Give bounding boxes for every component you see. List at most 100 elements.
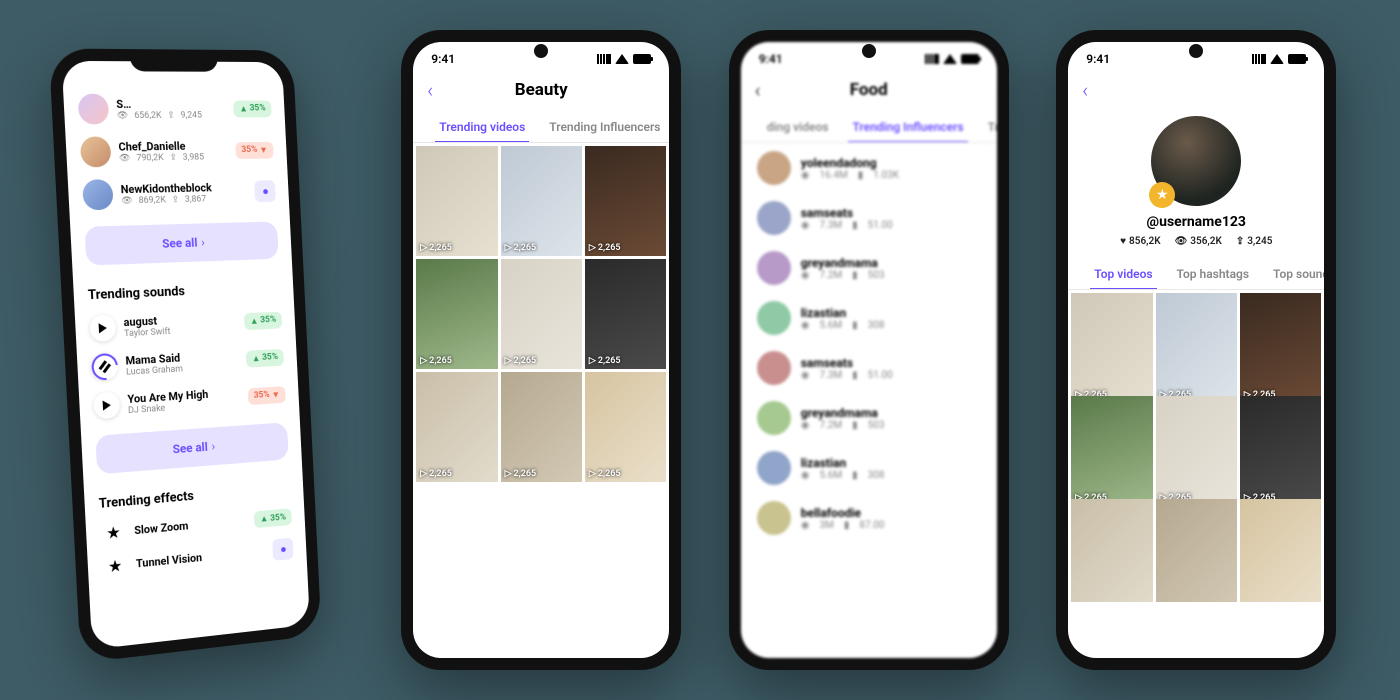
heart-icon: ♥ — [1120, 236, 1126, 247]
video-cell[interactable] — [1071, 499, 1152, 602]
profile-username: @username123 — [1147, 214, 1246, 230]
share-icon: ⇪ — [171, 195, 179, 205]
verified-star-icon: ★ — [1149, 182, 1175, 208]
influencer-row[interactable]: lizastian◉5.6M▮308 — [741, 443, 997, 493]
play-count: ▷ 2,265 — [420, 356, 452, 366]
videos: 51.00 — [868, 370, 893, 381]
see-all-button[interactable]: See all — [84, 221, 278, 265]
influencer-row[interactable]: S… 👁656,2K⇪9,245 ▲35% — [63, 88, 285, 131]
person-icon: ◉ — [801, 520, 810, 531]
battery-icon — [961, 54, 979, 64]
play-count: ▷ 2,265 — [589, 469, 621, 479]
influencer-name: greyandmama — [801, 256, 885, 270]
tab-trending-influencers[interactable]: Trending Influencers — [840, 110, 975, 142]
followers: 5.6M — [819, 320, 842, 331]
trend-badge: ▲35% — [244, 311, 282, 330]
profile-stats: ♥856,2K 👁356,2K ⇪3,245 — [1120, 236, 1272, 247]
play-icon: ▷ — [589, 469, 596, 479]
influencer-row[interactable]: samseats◉7.3M▮51.00 — [741, 343, 997, 393]
influencer-row[interactable]: samseats◉7.3M▮51.00 — [741, 193, 997, 243]
chevron-right-icon — [201, 235, 205, 249]
video-cell[interactable]: ▷ 2,265 — [501, 146, 582, 256]
video-icon: ▮ — [852, 320, 858, 331]
battery-icon — [633, 54, 651, 64]
trend-pct: 35% — [249, 103, 265, 113]
see-all-button[interactable]: See all — [95, 422, 288, 474]
notch — [129, 49, 218, 72]
tab-top-sounds[interactable]: Top sounds — [1261, 257, 1324, 289]
share-icon: ⇪ — [1236, 236, 1244, 247]
share-icon: ⇪ — [167, 110, 175, 120]
video-cell[interactable]: ▷ 2,265 — [585, 146, 666, 256]
eye-icon: 👁 — [119, 153, 131, 163]
back-button[interactable]: ‹ — [755, 78, 761, 102]
person-icon: ◉ — [801, 270, 810, 281]
star-icon: ★ — [101, 555, 128, 577]
video-cell[interactable]: ▷ 2,265 — [501, 372, 582, 482]
video-cell[interactable] — [1156, 499, 1237, 602]
video-icon: ▮ — [852, 470, 858, 481]
video-cell[interactable]: ▷ 2,265 — [1240, 396, 1321, 506]
video-cell[interactable]: ▷ 2,265 — [416, 372, 497, 482]
tab-top-hashtags[interactable]: Top hashtags — [1165, 257, 1261, 289]
play-icon: ▷ — [420, 469, 427, 479]
influencer-row[interactable]: Chef_Danielle 👁790,2K⇪3,985 35%▼ — [65, 129, 287, 174]
back-button[interactable]: ‹ — [1082, 78, 1088, 102]
video-grid[interactable]: ▷ 2,265▷ 2,265▷ 2,265▷ 2,265▷ 2,265▷ 2,2… — [413, 143, 669, 485]
play-icon: ▷ — [589, 243, 596, 253]
tab-top-videos[interactable]: Top videos — [1082, 257, 1164, 289]
effect-title: Tunnel Vision — [135, 544, 265, 569]
video-cell[interactable]: ▷ 2,265 — [416, 259, 497, 369]
eye-icon: 👁 — [116, 110, 128, 120]
back-button[interactable]: ‹ — [427, 78, 433, 102]
pause-icon[interactable] — [86, 348, 123, 385]
video-cell[interactable]: ▷ 2,265 — [1240, 293, 1321, 403]
video-cell[interactable]: ▷ 2,265 — [585, 259, 666, 369]
tab-trending-sounds[interactable]: Trending so — [976, 110, 997, 142]
trend-badge: ▲35% — [246, 348, 284, 367]
influencer-row[interactable]: NewKidontheblock 👁869,2K⇪3,867 — [67, 170, 289, 217]
video-cell[interactable]: ▷ 2,265 — [501, 259, 582, 369]
influencer-row[interactable]: greyandmama◉7.2M▮503 — [741, 393, 997, 443]
tab-trending-videos[interactable]: ding videos — [755, 110, 841, 142]
see-all-label: See all — [172, 440, 208, 457]
signal-icon — [1252, 54, 1266, 64]
star-icon: ★ — [100, 522, 127, 544]
influencer-list: S… 👁656,2K⇪9,245 ▲35% Chef_Danielle 👁790… — [61, 61, 289, 217]
influencer-row[interactable]: yoleendadong◉16.4M▮1.03K — [741, 143, 997, 193]
play-icon[interactable] — [93, 391, 120, 419]
avatar — [757, 401, 791, 435]
tab-trending-influencers[interactable]: Trending Influencers — [537, 110, 669, 142]
trend-pct: 35% — [260, 315, 276, 326]
play-icon[interactable] — [89, 314, 116, 342]
video-cell[interactable]: ▷ 2,265 — [1156, 396, 1237, 506]
avatar — [757, 151, 791, 185]
followers: 5.6M — [819, 470, 842, 481]
video-cell[interactable]: ▷ 2,265 — [1156, 293, 1237, 403]
person-icon: ◉ — [801, 470, 810, 481]
influencer-name: bellafoodie — [801, 506, 885, 520]
profile-avatar[interactable]: ★ — [1151, 116, 1241, 206]
followers: 7.3M — [819, 220, 842, 231]
influencer-list[interactable]: yoleendadong◉16.4M▮1.03Ksamseats◉7.3M▮51… — [741, 143, 997, 543]
video-cell[interactable]: ▷ 2,265 — [1071, 293, 1152, 403]
tabs: Top videos Top hashtags Top sounds — [1068, 257, 1324, 290]
influencer-row[interactable]: lizastian◉5.6M▮308 — [741, 293, 997, 343]
views: 656,2K — [134, 110, 162, 120]
video-cell[interactable] — [1240, 499, 1321, 602]
influencer-row[interactable]: greyandmama◉7.2M▮503 — [741, 243, 997, 293]
tab-trending-videos[interactable]: Trending videos — [427, 110, 537, 142]
followers: 7.2M — [819, 420, 842, 431]
influencer-row[interactable]: bellafoodie◉3M▮87.00 — [741, 493, 997, 543]
video-cell[interactable]: ▷ 2,265 — [1071, 396, 1152, 506]
avatar — [757, 351, 791, 385]
tabs: Trending videos Trending Influencers T — [413, 110, 669, 143]
trend-badge: 35%▼ — [235, 141, 273, 158]
video-grid[interactable]: ▷ 2,265▷ 2,265▷ 2,265▷ 2,265▷ 2,265▷ 2,2… — [1068, 290, 1324, 602]
phone-food: 9:41 ‹ Food ding videos Trending Influen… — [729, 30, 1009, 670]
videos: 51.00 — [868, 220, 893, 231]
video-cell[interactable]: ▷ 2,265 — [416, 146, 497, 256]
phone-profile: 9:41 ‹ ★ @username123 ♥856,2K 👁356,2K ⇪3… — [1056, 30, 1336, 670]
video-cell[interactable]: ▷ 2,265 — [585, 372, 666, 482]
chevron-right-icon — [211, 439, 215, 453]
